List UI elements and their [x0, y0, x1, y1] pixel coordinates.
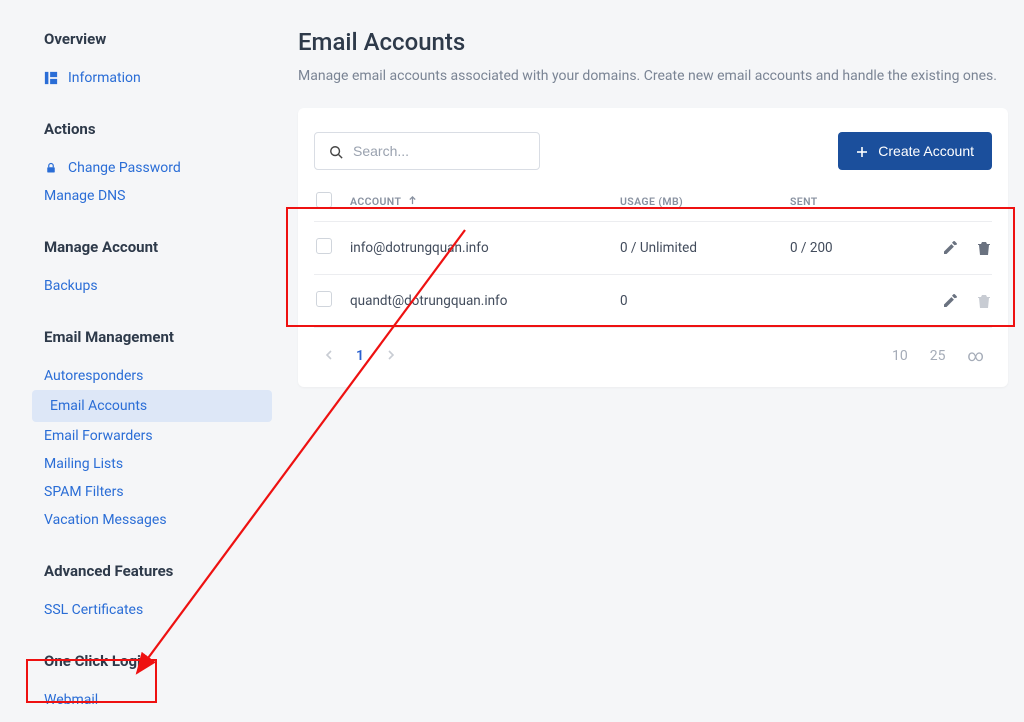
sidebar-item-vacation-messages[interactable]: Vacation Messages — [44, 506, 280, 534]
search-icon — [329, 144, 343, 158]
sidebar-item-label: Information — [68, 70, 141, 86]
sidebar-item-label: Vacation Messages — [44, 512, 167, 528]
account-cell: quandt@dotrungquan.info — [350, 293, 620, 309]
sidebar-section-overview: Overview Information — [44, 30, 280, 92]
sidebar-item-information[interactable]: Information — [44, 64, 280, 92]
usage-cell: 0 / Unlimited — [620, 240, 790, 256]
search-input-wrap[interactable] — [314, 132, 540, 170]
button-label: Create Account — [878, 143, 974, 159]
page-size-infinite[interactable]: ∞ — [968, 346, 984, 365]
trash-icon[interactable] — [976, 240, 992, 256]
sidebar-item-label: SPAM Filters — [44, 484, 124, 500]
column-account[interactable]: ACCOUNT — [350, 195, 620, 208]
sidebar-item-email-forwarders[interactable]: Email Forwarders — [44, 422, 280, 450]
sidebar-section-manage-account: Manage Account Backups — [44, 238, 280, 300]
section-title: Email Management — [44, 328, 280, 346]
sidebar-section-one-click-login: One Click Login Webmail — [44, 652, 280, 714]
main-content: Email Accounts Manage email accounts ass… — [280, 0, 1024, 722]
section-title: One Click Login — [44, 652, 280, 670]
table-row: info@dotrungquan.info 0 / Unlimited 0 / … — [314, 222, 992, 275]
page-size-25[interactable]: 25 — [930, 348, 946, 364]
page-description: Manage email accounts associated with yo… — [298, 68, 1008, 84]
sidebar-item-backups[interactable]: Backups — [44, 272, 280, 300]
row-checkbox[interactable] — [316, 291, 332, 307]
sidebar-item-manage-dns[interactable]: Manage DNS — [44, 182, 280, 210]
sidebar-item-label: Change Password — [68, 160, 181, 176]
account-cell: info@dotrungquan.info — [350, 240, 620, 256]
sidebar-item-webmail[interactable]: Webmail — [44, 686, 280, 714]
plus-icon — [856, 145, 868, 157]
sort-asc-icon — [408, 195, 417, 208]
sidebar-item-label: Email Forwarders — [44, 428, 153, 444]
sidebar-section-advanced-features: Advanced Features SSL Certificates — [44, 562, 280, 624]
sidebar-item-spam-filters[interactable]: SPAM Filters — [44, 478, 280, 506]
sidebar-item-email-accounts[interactable]: Email Accounts — [32, 390, 272, 422]
sidebar-item-label: Mailing Lists — [44, 456, 123, 472]
pager: 1 10 25 ∞ — [314, 328, 992, 379]
sidebar-item-label: SSL Certificates — [44, 602, 143, 618]
sidebar-item-label: Manage DNS — [44, 188, 125, 204]
column-label: USAGE (MB) — [620, 195, 683, 208]
pager-page-1[interactable]: 1 — [356, 348, 364, 364]
section-title: Actions — [44, 120, 280, 138]
sidebar-item-autoresponders[interactable]: Autoresponders — [44, 362, 280, 390]
sidebar-item-label: Webmail — [44, 692, 98, 708]
sidebar-item-label: Backups — [44, 278, 98, 294]
column-label: ACCOUNT — [350, 195, 401, 208]
column-label: SENT — [790, 195, 818, 208]
accounts-card: Create Account ACCOUNT USAGE (MB) SENT — [298, 108, 1008, 387]
section-title: Overview — [44, 30, 280, 48]
search-input[interactable] — [353, 143, 534, 159]
sidebar-item-label: Autoresponders — [44, 368, 143, 384]
sidebar-item-change-password[interactable]: Change Password — [44, 154, 280, 182]
sidebar-item-mailing-lists[interactable]: Mailing Lists — [44, 450, 280, 478]
sidebar: Overview Information Actions Change Pass… — [0, 0, 280, 722]
table-row: quandt@dotrungquan.info 0 — [314, 275, 992, 328]
page-title: Email Accounts — [298, 28, 1008, 56]
sidebar-section-email-management: Email Management Autoresponders Email Ac… — [44, 328, 280, 534]
select-all-checkbox[interactable] — [316, 192, 332, 208]
edit-icon[interactable] — [942, 240, 958, 256]
table-header: ACCOUNT USAGE (MB) SENT — [314, 192, 992, 222]
page-size-10[interactable]: 10 — [892, 348, 908, 364]
section-title: Advanced Features — [44, 562, 280, 580]
sent-cell: 0 / 200 — [790, 240, 920, 256]
sidebar-item-label: Email Accounts — [50, 398, 147, 414]
column-usage[interactable]: USAGE (MB) — [620, 195, 790, 208]
pager-prev[interactable] — [324, 348, 334, 364]
create-account-button[interactable]: Create Account — [838, 132, 992, 170]
sidebar-item-ssl-certificates[interactable]: SSL Certificates — [44, 596, 280, 624]
section-title: Manage Account — [44, 238, 280, 256]
row-checkbox[interactable] — [316, 238, 332, 254]
column-sent[interactable]: SENT — [790, 195, 920, 208]
edit-icon[interactable] — [942, 293, 958, 309]
usage-cell: 0 — [620, 293, 790, 309]
trash-icon — [976, 293, 992, 309]
lock-icon — [44, 161, 58, 175]
sidebar-section-actions: Actions Change Password Manage DNS — [44, 120, 280, 210]
dashboard-icon — [44, 71, 58, 85]
pager-next[interactable] — [386, 348, 396, 364]
card-toolbar: Create Account — [314, 132, 992, 170]
